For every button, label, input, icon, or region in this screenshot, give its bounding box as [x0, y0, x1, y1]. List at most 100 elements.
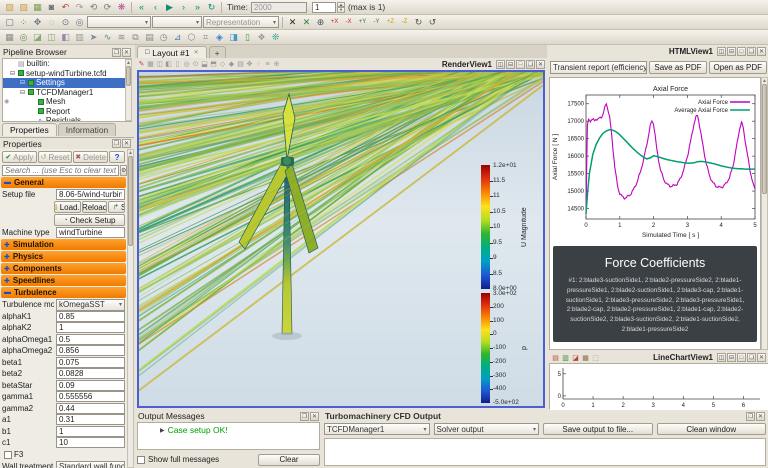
extract-subset-icon[interactable]: ▥: [73, 31, 86, 44]
clean-window-button[interactable]: Clean window: [657, 423, 767, 435]
camera-undo-icon[interactable]: ⟲: [87, 1, 100, 14]
tree-expander-icon[interactable]: ⊟: [19, 89, 26, 96]
select-polygon-cells-icon[interactable]: ◇: [218, 60, 227, 69]
hover-points-icon[interactable]: ⊙: [59, 16, 72, 29]
memory-inspector-icon[interactable]: ❖: [255, 31, 268, 44]
turbulence-model-select[interactable]: kOmegaSST▾: [56, 299, 125, 311]
split-horizontal-button[interactable]: ◫: [717, 47, 726, 56]
slice-icon[interactable]: ◫: [45, 31, 58, 44]
redo-icon[interactable]: ↷: [73, 1, 86, 14]
view-minus-z-icon[interactable]: -Z: [398, 16, 411, 29]
param-input-beta1[interactable]: [56, 357, 125, 368]
chart-options-icon[interactable]: ⬚: [591, 353, 600, 362]
color-legend-icon[interactable]: ▯: [241, 31, 254, 44]
split-vertical-button[interactable]: ⊟: [727, 353, 736, 362]
open-file-icon[interactable]: ▨: [3, 1, 16, 14]
reset-camera-icon[interactable]: ✕: [286, 16, 299, 29]
close-icon[interactable]: ✕: [122, 139, 131, 148]
save-output-button[interactable]: Save output to file...: [543, 423, 653, 435]
save-screenshot-icon[interactable]: ◙: [45, 1, 58, 14]
clear-button[interactable]: Clear: [258, 454, 320, 466]
expander-arrow-icon[interactable]: ▶: [160, 427, 165, 434]
help-button[interactable]: ?: [109, 151, 125, 163]
param-input-alphaOmega1[interactable]: [56, 334, 125, 345]
param-input-a1[interactable]: [56, 414, 125, 425]
restore-button[interactable]: ❏: [747, 353, 756, 362]
split-vertical-button[interactable]: ⊟: [506, 60, 515, 69]
maximize-button[interactable]: □: [516, 60, 525, 69]
find-data-icon[interactable]: ◈: [213, 31, 226, 44]
section-components[interactable]: ✚Components: [1, 263, 126, 274]
edit-color-map-icon[interactable]: ✎: [137, 60, 146, 69]
frame-spinner[interactable]: ▲▼: [337, 2, 345, 13]
param-input-c1[interactable]: [56, 437, 125, 448]
load-button[interactable]: ▨ Load...: [54, 201, 81, 213]
layout-tab[interactable]: □ Layout #1 ✕: [137, 46, 207, 58]
coloring-component-select[interactable]: ▾: [152, 16, 202, 28]
extract-block-icon[interactable]: ▤: [143, 31, 156, 44]
save-chart-icon[interactable]: ▥: [561, 353, 570, 362]
reset-button[interactable]: ↺ Reset: [38, 151, 73, 163]
f3-checkbox[interactable]: [4, 451, 12, 459]
select-cells-icon[interactable]: ▢: [3, 16, 16, 29]
param-input-alphaK1[interactable]: [56, 311, 125, 322]
param-input-alphaK2[interactable]: [56, 322, 125, 333]
pipeline-item-report[interactable]: Report: [3, 107, 131, 117]
export-chart-icon[interactable]: ▤: [551, 353, 560, 362]
section-turbulence[interactable]: ▬ Turbulence: [1, 287, 126, 298]
line-chart-viewport[interactable]: 050123456: [549, 363, 768, 409]
save-button[interactable]: ↱ Save: [108, 201, 125, 213]
close-button[interactable]: ✕: [757, 47, 766, 56]
coloring-array-select[interactable]: ▾: [87, 16, 151, 28]
camera-redo-icon[interactable]: ⟳: [101, 1, 114, 14]
section-simulation[interactable]: ✚Simulation: [1, 239, 126, 250]
search-input[interactable]: [2, 165, 119, 176]
rescale-range-icon[interactable]: ▦: [146, 60, 155, 69]
pipeline-item-tcfdmanager1[interactable]: ⊟TCFDManager1: [3, 88, 131, 98]
group-datasets-icon[interactable]: ⧉: [129, 31, 142, 44]
undock-icon[interactable]: ❐: [746, 412, 755, 421]
interact-icon[interactable]: ✥: [31, 16, 44, 29]
split-horizontal-button[interactable]: ◫: [496, 60, 505, 69]
delete-button[interactable]: ✖ Delete: [73, 151, 108, 163]
zoom-to-box-icon[interactable]: ⊕: [314, 16, 327, 29]
camera-link-icon[interactable]: ⊕: [272, 60, 281, 69]
machine-type-input[interactable]: [56, 227, 125, 238]
select-frustum-cells-icon[interactable]: ⬓: [200, 60, 209, 69]
temporal-interpolator-icon[interactable]: ◷: [157, 31, 170, 44]
toggle-color-legend-icon[interactable]: ▯: [173, 60, 182, 69]
favorites-icon[interactable]: ❊: [269, 31, 282, 44]
wall-treatment-select[interactable]: Standard wall functions▾: [56, 461, 125, 468]
undock-icon[interactable]: ❐: [300, 412, 309, 421]
time-input[interactable]: [251, 2, 307, 13]
param-input-gamma1[interactable]: [56, 391, 125, 402]
check-setup-button[interactable]: ◔ Check Setup: [54, 214, 125, 226]
tab-properties[interactable]: Properties: [2, 123, 57, 136]
select-surface-cells-icon[interactable]: ◎: [182, 60, 191, 69]
select-points-icon[interactable]: ⁘: [17, 16, 30, 29]
hover-cells-icon[interactable]: ◌: [45, 16, 58, 29]
param-input-gamma2[interactable]: [56, 403, 125, 414]
play-icon[interactable]: ▶: [163, 1, 176, 14]
glyph-icon[interactable]: ➤: [87, 31, 100, 44]
next-frame-icon[interactable]: ›: [177, 1, 190, 14]
zoom-to-data-icon[interactable]: ✕: [300, 16, 313, 29]
view-plus-z-icon[interactable]: +Z: [384, 16, 397, 29]
frame-index-input[interactable]: [312, 2, 336, 13]
view-plus-x-icon[interactable]: +X: [328, 16, 341, 29]
param-input-b1[interactable]: [56, 426, 125, 437]
representation-select[interactable]: Representation▾: [203, 16, 279, 28]
pipeline-item-setup-windturbine-tcfd[interactable]: ⊟setup-windTurbine.tcfd: [3, 69, 131, 79]
select-surface-points-icon[interactable]: ⊙: [191, 60, 200, 69]
section-speedlines[interactable]: ✚Speedlines: [1, 275, 126, 286]
save-as-pdf-button[interactable]: Save as PDF: [649, 61, 706, 74]
select-chart-region-icon[interactable]: ◪: [571, 353, 580, 362]
restore-button[interactable]: ❏: [526, 60, 535, 69]
threshold-icon[interactable]: ◧: [59, 31, 72, 44]
interactive-select-cells-icon[interactable]: ✥: [245, 60, 254, 69]
color-palette-icon[interactable]: ❋: [115, 1, 128, 14]
view-plus-y-icon[interactable]: +Y: [356, 16, 369, 29]
new-layout-tab-button[interactable]: +: [209, 46, 226, 58]
python-calculator-icon[interactable]: ⬡: [185, 31, 198, 44]
stream-tracer-icon[interactable]: ∿: [101, 31, 114, 44]
